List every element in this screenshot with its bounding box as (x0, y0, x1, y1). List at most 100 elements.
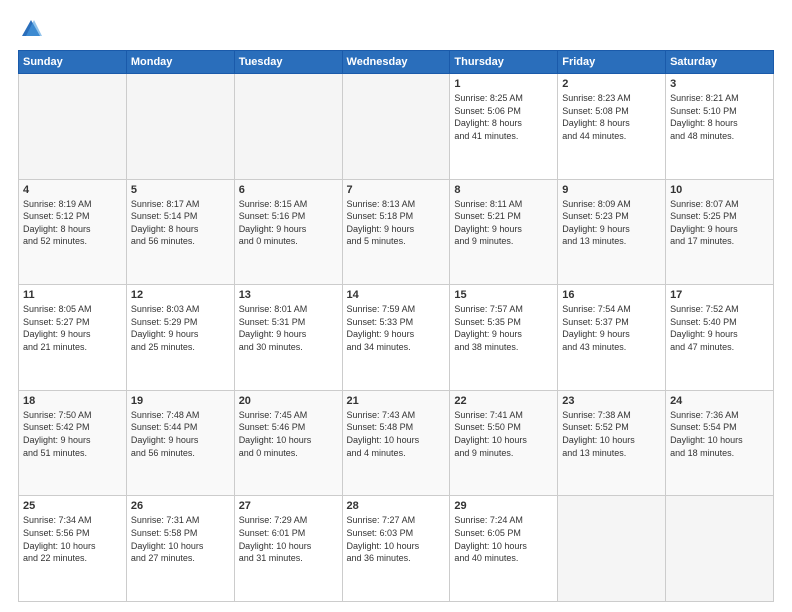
day-number: 21 (347, 395, 446, 407)
calendar-cell: 8 Sunrise: 8:11 AM Sunset: 5:21 PM Daylig… (450, 179, 558, 285)
calendar-cell: 3 Sunrise: 8:21 AM Sunset: 5:10 PM Daylig… (666, 74, 774, 180)
logo-icon (20, 18, 42, 40)
day-number: 6 (239, 184, 338, 196)
day-info: Sunrise: 7:29 AM Sunset: 6:01 PM Dayligh… (239, 514, 338, 564)
calendar-cell: 20 Sunrise: 7:45 AM Sunset: 5:46 PM Dayli… (234, 390, 342, 496)
calendar-cell: 13 Sunrise: 8:01 AM Sunset: 5:31 PM Dayli… (234, 285, 342, 391)
day-info: Sunrise: 7:45 AM Sunset: 5:46 PM Dayligh… (239, 409, 338, 459)
calendar-cell: 15 Sunrise: 7:57 AM Sunset: 5:35 PM Dayli… (450, 285, 558, 391)
day-number: 15 (454, 289, 553, 301)
calendar-cell: 6 Sunrise: 8:15 AM Sunset: 5:16 PM Daylig… (234, 179, 342, 285)
day-info: Sunrise: 7:34 AM Sunset: 5:56 PM Dayligh… (23, 514, 122, 564)
day-info: Sunrise: 7:43 AM Sunset: 5:48 PM Dayligh… (347, 409, 446, 459)
day-info: Sunrise: 7:52 AM Sunset: 5:40 PM Dayligh… (670, 303, 769, 353)
day-info: Sunrise: 8:07 AM Sunset: 5:25 PM Dayligh… (670, 198, 769, 248)
calendar-cell (19, 74, 127, 180)
day-info: Sunrise: 8:13 AM Sunset: 5:18 PM Dayligh… (347, 198, 446, 248)
day-number: 12 (131, 289, 230, 301)
calendar-cell: 26 Sunrise: 7:31 AM Sunset: 5:58 PM Dayli… (126, 496, 234, 602)
day-number: 26 (131, 500, 230, 512)
day-info: Sunrise: 7:27 AM Sunset: 6:03 PM Dayligh… (347, 514, 446, 564)
day-number: 18 (23, 395, 122, 407)
calendar-cell (342, 74, 450, 180)
calendar-cell: 11 Sunrise: 8:05 AM Sunset: 5:27 PM Dayli… (19, 285, 127, 391)
weekday-header-friday: Friday (558, 51, 666, 74)
day-number: 7 (347, 184, 446, 196)
weekday-header-row: SundayMondayTuesdayWednesdayThursdayFrid… (19, 51, 774, 74)
day-number: 11 (23, 289, 122, 301)
day-number: 5 (131, 184, 230, 196)
page: SundayMondayTuesdayWednesdayThursdayFrid… (0, 0, 792, 612)
calendar-cell: 12Sunrise: 8:03 AM Sunset: 5:29 PM Dayli… (126, 285, 234, 391)
day-info: Sunrise: 7:31 AM Sunset: 5:58 PM Dayligh… (131, 514, 230, 564)
calendar-cell (558, 496, 666, 602)
day-number: 17 (670, 289, 769, 301)
day-number: 10 (670, 184, 769, 196)
calendar-week-5: 25 Sunrise: 7:34 AM Sunset: 5:56 PM Dayli… (19, 496, 774, 602)
calendar-cell: 21 Sunrise: 7:43 AM Sunset: 5:48 PM Dayli… (342, 390, 450, 496)
day-info: Sunrise: 8:01 AM Sunset: 5:31 PM Dayligh… (239, 303, 338, 353)
calendar-cell (234, 74, 342, 180)
day-info: Sunrise: 8:15 AM Sunset: 5:16 PM Dayligh… (239, 198, 338, 248)
day-number: 16 (562, 289, 661, 301)
day-info: Sunrise: 7:36 AM Sunset: 5:54 PM Dayligh… (670, 409, 769, 459)
calendar-cell: 10 Sunrise: 8:07 AM Sunset: 5:25 PM Dayli… (666, 179, 774, 285)
calendar-cell (666, 496, 774, 602)
weekday-header-saturday: Saturday (666, 51, 774, 74)
day-info: Sunrise: 8:17 AM Sunset: 5:14 PM Dayligh… (131, 198, 230, 248)
day-info: Sunrise: 8:23 AM Sunset: 5:08 PM Dayligh… (562, 92, 661, 142)
day-info: Sunrise: 7:38 AM Sunset: 5:52 PM Dayligh… (562, 409, 661, 459)
day-info: Sunrise: 7:48 AM Sunset: 5:44 PM Dayligh… (131, 409, 230, 459)
calendar-cell: 2 Sunrise: 8:23 AM Sunset: 5:08 PM Daylig… (558, 74, 666, 180)
day-number: 19 (131, 395, 230, 407)
header (18, 18, 774, 40)
calendar-cell (126, 74, 234, 180)
day-number: 20 (239, 395, 338, 407)
day-number: 29 (454, 500, 553, 512)
day-info: Sunrise: 7:50 AM Sunset: 5:42 PM Dayligh… (23, 409, 122, 459)
day-info: Sunrise: 7:59 AM Sunset: 5:33 PM Dayligh… (347, 303, 446, 353)
calendar-week-4: 18 Sunrise: 7:50 AM Sunset: 5:42 PM Dayli… (19, 390, 774, 496)
day-info: Sunrise: 7:54 AM Sunset: 5:37 PM Dayligh… (562, 303, 661, 353)
weekday-header-tuesday: Tuesday (234, 51, 342, 74)
calendar-cell: 9 Sunrise: 8:09 AM Sunset: 5:23 PM Daylig… (558, 179, 666, 285)
day-number: 24 (670, 395, 769, 407)
day-info: Sunrise: 8:21 AM Sunset: 5:10 PM Dayligh… (670, 92, 769, 142)
day-number: 4 (23, 184, 122, 196)
day-number: 8 (454, 184, 553, 196)
calendar-cell: 19 Sunrise: 7:48 AM Sunset: 5:44 PM Dayli… (126, 390, 234, 496)
day-number: 28 (347, 500, 446, 512)
day-info: Sunrise: 8:25 AM Sunset: 5:06 PM Dayligh… (454, 92, 553, 142)
day-number: 23 (562, 395, 661, 407)
logo (18, 18, 42, 40)
day-info: Sunrise: 7:24 AM Sunset: 6:05 PM Dayligh… (454, 514, 553, 564)
day-info: Sunrise: 7:57 AM Sunset: 5:35 PM Dayligh… (454, 303, 553, 353)
calendar-cell: 22Sunrise: 7:41 AM Sunset: 5:50 PM Dayli… (450, 390, 558, 496)
calendar-cell: 16 Sunrise: 7:54 AM Sunset: 5:37 PM Dayli… (558, 285, 666, 391)
day-number: 27 (239, 500, 338, 512)
calendar-cell: 28 Sunrise: 7:27 AM Sunset: 6:03 PM Dayli… (342, 496, 450, 602)
weekday-header-wednesday: Wednesday (342, 51, 450, 74)
day-number: 2 (562, 78, 661, 90)
day-number: 25 (23, 500, 122, 512)
calendar: SundayMondayTuesdayWednesdayThursdayFrid… (18, 50, 774, 602)
calendar-cell: 18 Sunrise: 7:50 AM Sunset: 5:42 PM Dayli… (19, 390, 127, 496)
day-info: Sunrise: 8:09 AM Sunset: 5:23 PM Dayligh… (562, 198, 661, 248)
weekday-header-thursday: Thursday (450, 51, 558, 74)
day-info: Sunrise: 8:11 AM Sunset: 5:21 PM Dayligh… (454, 198, 553, 248)
calendar-week-3: 11 Sunrise: 8:05 AM Sunset: 5:27 PM Dayli… (19, 285, 774, 391)
day-number: 13 (239, 289, 338, 301)
day-number: 14 (347, 289, 446, 301)
calendar-cell: 27 Sunrise: 7:29 AM Sunset: 6:01 PM Dayli… (234, 496, 342, 602)
calendar-cell: 17 Sunrise: 7:52 AM Sunset: 5:40 PM Dayli… (666, 285, 774, 391)
calendar-week-1: 1Sunrise: 8:25 AM Sunset: 5:06 PM Daylig… (19, 74, 774, 180)
day-info: Sunrise: 8:05 AM Sunset: 5:27 PM Dayligh… (23, 303, 122, 353)
day-number: 9 (562, 184, 661, 196)
calendar-cell: 23 Sunrise: 7:38 AM Sunset: 5:52 PM Dayli… (558, 390, 666, 496)
calendar-cell: 24 Sunrise: 7:36 AM Sunset: 5:54 PM Dayli… (666, 390, 774, 496)
calendar-cell: 7 Sunrise: 8:13 AM Sunset: 5:18 PM Daylig… (342, 179, 450, 285)
day-number: 3 (670, 78, 769, 90)
day-info: Sunrise: 8:19 AM Sunset: 5:12 PM Dayligh… (23, 198, 122, 248)
weekday-header-sunday: Sunday (19, 51, 127, 74)
calendar-cell: 14 Sunrise: 7:59 AM Sunset: 5:33 PM Dayli… (342, 285, 450, 391)
